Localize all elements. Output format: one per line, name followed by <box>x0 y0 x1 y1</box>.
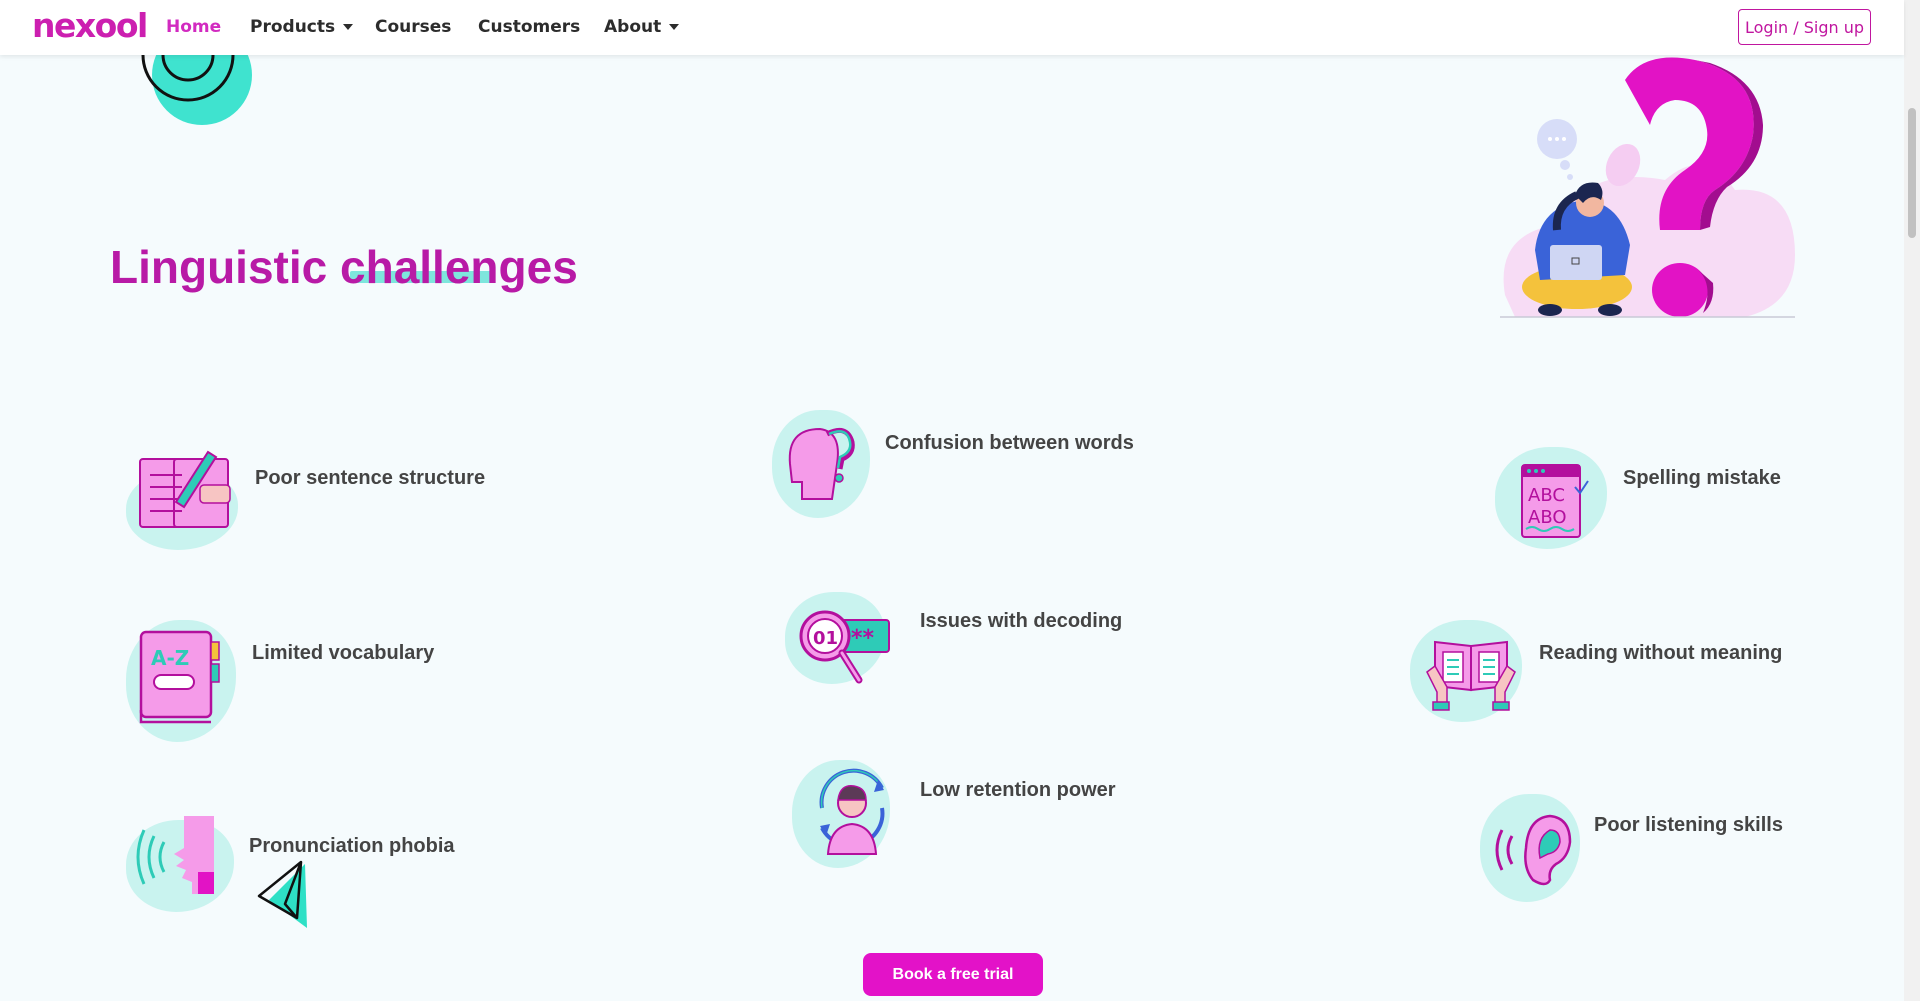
nav-item-products-label: Products <box>250 17 336 37</box>
abc-spelling-icon: ABC ABO <box>1521 464 1589 538</box>
top-navbar: nexool Home Products Courses Customers A… <box>0 0 1904 55</box>
nav-item-about[interactable]: About <box>604 17 680 37</box>
ear-icon <box>1495 814 1572 886</box>
magnifier-code-icon: ** 01 <box>799 610 890 684</box>
challenge-label: Poor listening skills <box>1594 814 1783 836</box>
dictionary-book-icon: A-Z <box>139 630 220 724</box>
head-question-icon <box>788 427 855 500</box>
paper-plane-icon <box>257 860 307 928</box>
challenge-label: Low retention power <box>920 779 1116 801</box>
section-title-part2: challenges <box>340 241 578 293</box>
chevron-down-icon <box>343 24 354 30</box>
svg-text:**: ** <box>851 626 875 651</box>
challenge-label: Pronunciation phobia <box>249 835 455 857</box>
person-cycle-icon <box>819 768 885 855</box>
section-title-part2-wrap: challenges <box>340 241 578 293</box>
speaking-face-icon <box>136 816 214 894</box>
section-title: Linguistic challenges <box>110 240 578 294</box>
section-title-part1: Linguistic <box>110 241 328 293</box>
svg-text:A-Z: A-Z <box>151 646 189 670</box>
scrollbar-thumb[interactable] <box>1908 108 1916 238</box>
brand-logo[interactable]: nexool <box>32 6 148 45</box>
nav-item-customers[interactable]: Customers <box>478 17 580 37</box>
target-decoration-icon <box>141 45 252 125</box>
open-book-hands-icon <box>1426 640 1516 711</box>
nav-item-home[interactable]: Home <box>166 17 221 37</box>
challenge-label: Confusion between words <box>885 432 1134 454</box>
nav-item-about-label: About <box>604 17 662 37</box>
svg-text:ABC: ABC <box>1528 485 1565 506</box>
challenge-label: Limited vocabulary <box>252 642 435 664</box>
challenge-label: Poor sentence structure <box>255 467 486 489</box>
writing-book-icon <box>139 450 231 528</box>
svg-text:ABO: ABO <box>1528 507 1567 528</box>
book-free-trial-button[interactable]: Book a free trial <box>863 953 1043 996</box>
challenge-label: Spelling mistake <box>1623 467 1781 489</box>
svg-text:01: 01 <box>813 628 838 649</box>
challenge-label: Reading without meaning <box>1539 642 1783 664</box>
challenge-label: Issues with decoding <box>920 610 1123 632</box>
chevron-down-icon <box>669 24 680 30</box>
nav-item-courses[interactable]: Courses <box>375 17 451 37</box>
login-signup-button[interactable]: Login / Sign up <box>1738 9 1871 45</box>
nav-item-products[interactable]: Products <box>250 17 354 37</box>
thinking-person-illustration <box>1500 57 1795 318</box>
